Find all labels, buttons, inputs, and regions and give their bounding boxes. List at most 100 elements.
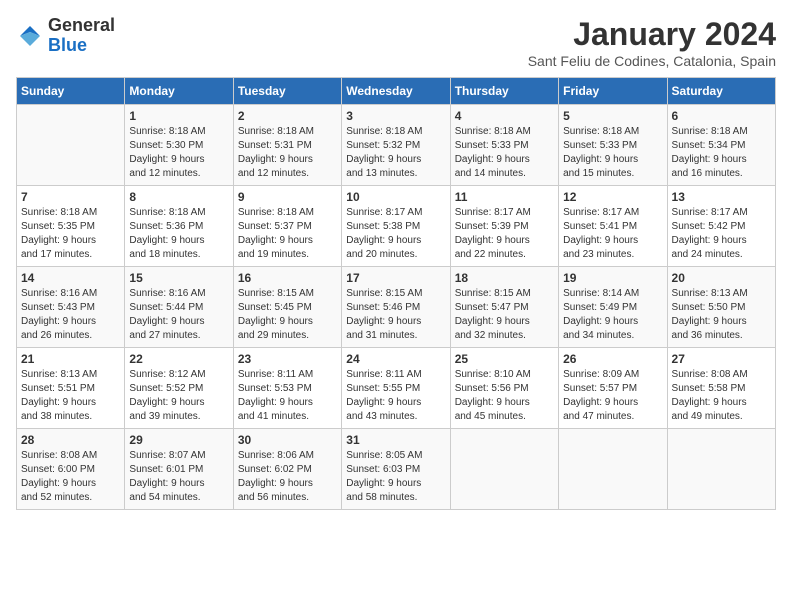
day-number: 1	[129, 109, 228, 123]
calendar-week-1: 1 Sunrise: 8:18 AM Sunset: 5:30 PM Daylig…	[17, 105, 776, 186]
calendar-cell: 9Sunrise: 8:18 AM Sunset: 5:37 PM Daylig…	[233, 186, 341, 267]
day-number: 15	[129, 271, 228, 285]
day-number: 21	[21, 352, 120, 366]
calendar-cell: 28 Sunrise: 8:08 AM Sunset: 6:00 PM Dayli…	[17, 429, 125, 510]
day-number: 11	[455, 190, 554, 204]
day-number: 7	[21, 190, 120, 204]
title-area: January 2024 Sant Feliu de Codines, Cata…	[528, 16, 776, 69]
day-info: Sunrise: 8:11 AM Sunset: 5:55 PM Dayligh…	[346, 368, 445, 424]
calendar-cell: 3Sunrise: 8:18 AM Sunset: 5:32 PM Daylig…	[342, 105, 450, 186]
weekday-header-sunday: Sunday	[17, 78, 125, 105]
calendar-cell: 30Sunrise: 8:06 AM Sunset: 6:02 PM Dayli…	[233, 429, 341, 510]
day-info: Sunrise: 8:13 AM Sunset: 5:50 PM Dayligh…	[672, 287, 771, 343]
weekday-header-saturday: Saturday	[667, 78, 775, 105]
day-info: Sunrise: 8:17 AM Sunset: 5:42 PM Dayligh…	[672, 206, 771, 262]
day-info: Sunrise: 8:17 AM Sunset: 5:41 PM Dayligh…	[563, 206, 662, 262]
calendar-cell: 23 Sunrise: 8:11 AM Sunset: 5:53 PM Dayli…	[233, 348, 341, 429]
day-info: Sunrise: 8:18 AM Sunset: 5:34 PM Dayligh…	[672, 125, 771, 181]
day-info: Sunrise: 8:15 AM Sunset: 5:46 PM Dayligh…	[346, 287, 445, 343]
weekday-header-friday: Friday	[559, 78, 667, 105]
day-info: Sunrise: 8:18 AM Sunset: 5:33 PM Dayligh…	[563, 125, 662, 181]
location-subtitle: Sant Feliu de Codines, Catalonia, Spain	[528, 53, 776, 69]
calendar-cell: 8 Sunrise: 8:18 AM Sunset: 5:36 PM Daylig…	[125, 186, 233, 267]
day-info: Sunrise: 8:12 AM Sunset: 5:52 PM Dayligh…	[129, 368, 228, 424]
calendar-week-2: 7 Sunrise: 8:18 AM Sunset: 5:35 PM Daylig…	[17, 186, 776, 267]
calendar-week-4: 21 Sunrise: 8:13 AM Sunset: 5:51 PM Dayli…	[17, 348, 776, 429]
day-number: 20	[672, 271, 771, 285]
day-info: Sunrise: 8:05 AM Sunset: 6:03 PM Dayligh…	[346, 449, 445, 505]
day-info: Sunrise: 8:08 AM Sunset: 5:58 PM Dayligh…	[672, 368, 771, 424]
calendar-cell	[17, 105, 125, 186]
day-number: 29	[129, 433, 228, 447]
day-info: Sunrise: 8:07 AM Sunset: 6:01 PM Dayligh…	[129, 449, 228, 505]
calendar-cell: 7 Sunrise: 8:18 AM Sunset: 5:35 PM Daylig…	[17, 186, 125, 267]
calendar-cell: 29 Sunrise: 8:07 AM Sunset: 6:01 PM Dayli…	[125, 429, 233, 510]
day-info: Sunrise: 8:11 AM Sunset: 5:53 PM Dayligh…	[238, 368, 337, 424]
day-number: 28	[21, 433, 120, 447]
calendar-cell: 16 Sunrise: 8:15 AM Sunset: 5:45 PM Dayli…	[233, 267, 341, 348]
calendar-cell: 25Sunrise: 8:10 AM Sunset: 5:56 PM Dayli…	[450, 348, 558, 429]
calendar-cell: 27 Sunrise: 8:08 AM Sunset: 5:58 PM Dayli…	[667, 348, 775, 429]
logo-text: General Blue	[48, 16, 115, 56]
calendar-cell: 31Sunrise: 8:05 AM Sunset: 6:03 PM Dayli…	[342, 429, 450, 510]
weekday-header-thursday: Thursday	[450, 78, 558, 105]
day-info: Sunrise: 8:16 AM Sunset: 5:43 PM Dayligh…	[21, 287, 120, 343]
day-number: 23	[238, 352, 337, 366]
calendar-cell: 12Sunrise: 8:17 AM Sunset: 5:41 PM Dayli…	[559, 186, 667, 267]
calendar-cell: 10 Sunrise: 8:17 AM Sunset: 5:38 PM Dayli…	[342, 186, 450, 267]
calendar-cell: 13 Sunrise: 8:17 AM Sunset: 5:42 PM Dayli…	[667, 186, 775, 267]
day-info: Sunrise: 8:15 AM Sunset: 5:45 PM Dayligh…	[238, 287, 337, 343]
day-info: Sunrise: 8:18 AM Sunset: 5:36 PM Dayligh…	[129, 206, 228, 262]
day-number: 3	[346, 109, 445, 123]
day-info: Sunrise: 8:08 AM Sunset: 6:00 PM Dayligh…	[21, 449, 120, 505]
calendar-cell: 26Sunrise: 8:09 AM Sunset: 5:57 PM Dayli…	[559, 348, 667, 429]
day-number: 14	[21, 271, 120, 285]
day-number: 27	[672, 352, 771, 366]
calendar-cell: 11 Sunrise: 8:17 AM Sunset: 5:39 PM Dayli…	[450, 186, 558, 267]
day-number: 13	[672, 190, 771, 204]
day-number: 2	[238, 109, 337, 123]
day-number: 22	[129, 352, 228, 366]
day-info: Sunrise: 8:17 AM Sunset: 5:38 PM Dayligh…	[346, 206, 445, 262]
day-info: Sunrise: 8:15 AM Sunset: 5:47 PM Dayligh…	[455, 287, 554, 343]
logo: General Blue	[16, 16, 115, 56]
weekday-header-tuesday: Tuesday	[233, 78, 341, 105]
calendar-cell: 14 Sunrise: 8:16 AM Sunset: 5:43 PM Dayli…	[17, 267, 125, 348]
day-number: 16	[238, 271, 337, 285]
header-row: SundayMondayTuesdayWednesdayThursdayFrid…	[17, 78, 776, 105]
calendar-cell: 17 Sunrise: 8:15 AM Sunset: 5:46 PM Dayli…	[342, 267, 450, 348]
calendar-cell: 20 Sunrise: 8:13 AM Sunset: 5:50 PM Dayli…	[667, 267, 775, 348]
day-number: 30	[238, 433, 337, 447]
calendar-cell: 1 Sunrise: 8:18 AM Sunset: 5:30 PM Daylig…	[125, 105, 233, 186]
calendar-cell: 19 Sunrise: 8:14 AM Sunset: 5:49 PM Dayli…	[559, 267, 667, 348]
calendar-cell: 6 Sunrise: 8:18 AM Sunset: 5:34 PM Daylig…	[667, 105, 775, 186]
day-number: 5	[563, 109, 662, 123]
calendar-table: SundayMondayTuesdayWednesdayThursdayFrid…	[16, 77, 776, 510]
calendar-week-3: 14 Sunrise: 8:16 AM Sunset: 5:43 PM Dayli…	[17, 267, 776, 348]
calendar-cell	[450, 429, 558, 510]
logo-icon	[16, 22, 44, 50]
day-number: 17	[346, 271, 445, 285]
day-info: Sunrise: 8:18 AM Sunset: 5:30 PM Dayligh…	[129, 125, 228, 181]
day-number: 19	[563, 271, 662, 285]
day-info: Sunrise: 8:18 AM Sunset: 5:35 PM Dayligh…	[21, 206, 120, 262]
day-info: Sunrise: 8:14 AM Sunset: 5:49 PM Dayligh…	[563, 287, 662, 343]
calendar-cell	[667, 429, 775, 510]
day-info: Sunrise: 8:16 AM Sunset: 5:44 PM Dayligh…	[129, 287, 228, 343]
calendar-cell: 22 Sunrise: 8:12 AM Sunset: 5:52 PM Dayli…	[125, 348, 233, 429]
logo-blue: Blue	[48, 35, 87, 55]
day-number: 8	[129, 190, 228, 204]
day-info: Sunrise: 8:17 AM Sunset: 5:39 PM Dayligh…	[455, 206, 554, 262]
day-number: 26	[563, 352, 662, 366]
weekday-header-wednesday: Wednesday	[342, 78, 450, 105]
calendar-cell: 2Sunrise: 8:18 AM Sunset: 5:31 PM Daylig…	[233, 105, 341, 186]
weekday-header-monday: Monday	[125, 78, 233, 105]
day-info: Sunrise: 8:10 AM Sunset: 5:56 PM Dayligh…	[455, 368, 554, 424]
day-info: Sunrise: 8:18 AM Sunset: 5:33 PM Dayligh…	[455, 125, 554, 181]
day-number: 10	[346, 190, 445, 204]
day-number: 9	[238, 190, 337, 204]
calendar-cell: 15 Sunrise: 8:16 AM Sunset: 5:44 PM Dayli…	[125, 267, 233, 348]
day-info: Sunrise: 8:13 AM Sunset: 5:51 PM Dayligh…	[21, 368, 120, 424]
month-title: January 2024	[528, 16, 776, 53]
day-number: 6	[672, 109, 771, 123]
